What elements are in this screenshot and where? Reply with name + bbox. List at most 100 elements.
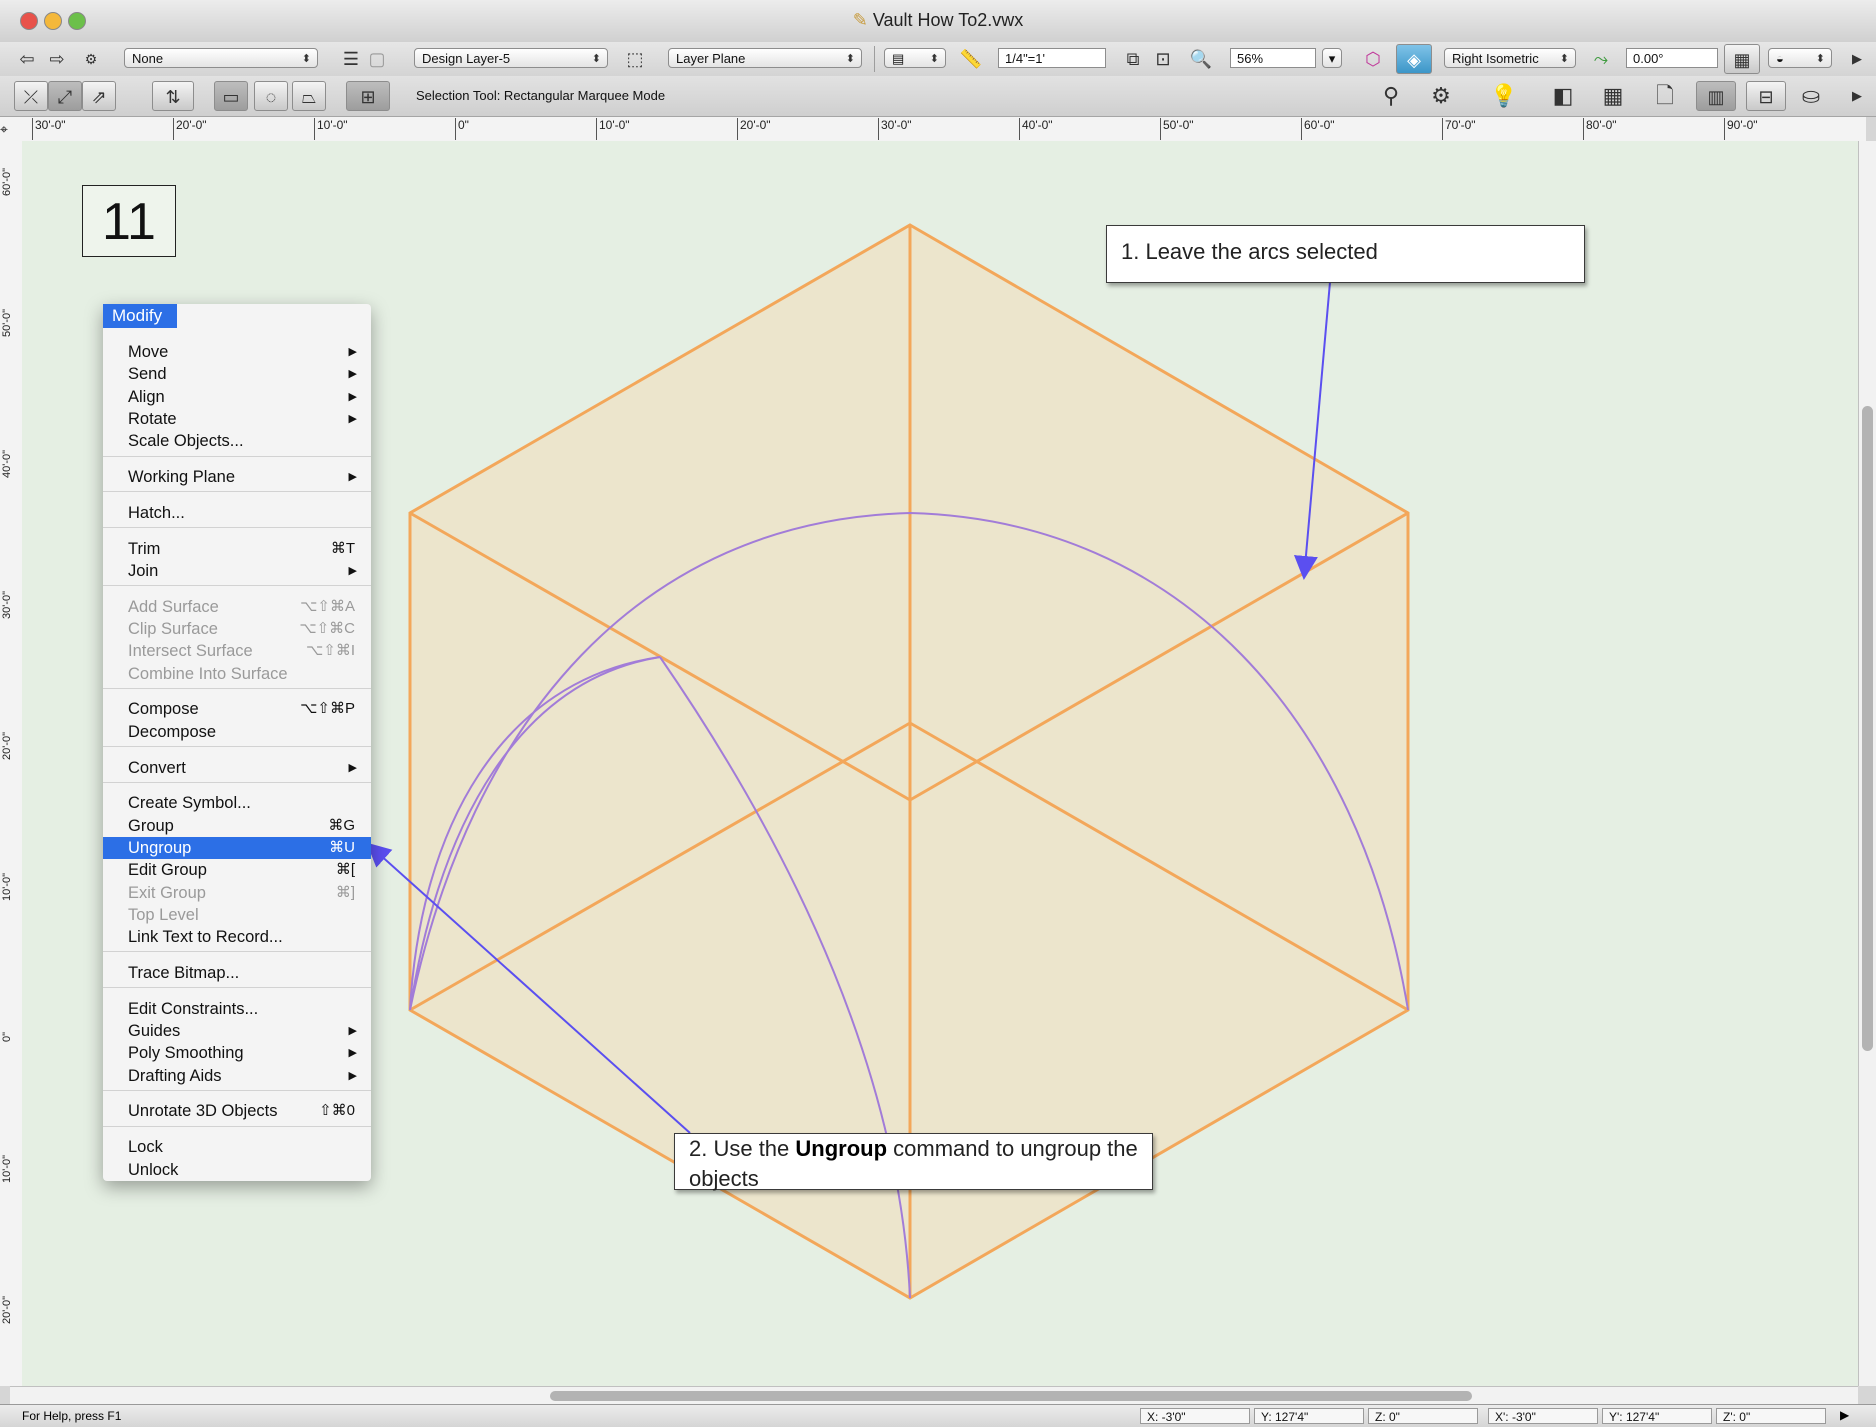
menu-item-label: Group (128, 816, 174, 835)
menu-item-link-text-to-record[interactable]: Link Text to Record... (103, 926, 371, 948)
rulers-icon[interactable]: ▥ (1696, 81, 1736, 111)
menu-item-edit-group[interactable]: Edit Group ⌘[ (103, 859, 371, 881)
alignment-icon[interactable]: ⇅ (152, 81, 194, 111)
tool-sets-icon[interactable]: ◧ (1550, 84, 1576, 108)
menu-item-label: Trace Bitmap... (128, 963, 240, 982)
sheet-popup[interactable]: ▤ ⬍ (884, 48, 946, 68)
zoom-selection-icon[interactable]: ⧉ (1120, 47, 1146, 71)
lasso-icon[interactable]: ◌ (254, 81, 288, 111)
menu-item-convert[interactable]: Convert ▶ (103, 757, 371, 779)
status-arrow-icon[interactable]: ▶ (1840, 1408, 1849, 1422)
menu-item-join[interactable]: Join ▶ (103, 560, 371, 582)
horizontal-scroll-thumb[interactable] (550, 1391, 1472, 1401)
resource-browser-icon[interactable]: ⛀ (1798, 84, 1824, 108)
polygon-marquee-icon[interactable]: ⏢ (292, 81, 326, 111)
menu-item-align[interactable]: Align ▶ (103, 386, 371, 408)
menu-separator (103, 987, 371, 989)
snap-icon[interactable]: ⚲ (1378, 84, 1404, 108)
layer-options-icon[interactable]: ▢ (364, 47, 390, 71)
vertical-scroll-thumb[interactable] (1862, 406, 1873, 1051)
title-bar: ✎ Vault How To2.vwx (0, 0, 1876, 43)
menu-item-drafting-aids[interactable]: Drafting Aids ▶ (103, 1065, 371, 1087)
preferences-gear-icon[interactable]: ⚙ (1428, 84, 1454, 108)
lightbulb-icon[interactable]: 💡 (1490, 84, 1517, 108)
menu-item-shortcut: ⌘] (335, 883, 355, 901)
horizontal-ruler: 30'-0" 20'-0" 10'-0" 0" 10'-0" 20'-0" 30'-0" 40… (10, 117, 1866, 142)
menu-item-lock[interactable]: Lock (103, 1136, 371, 1158)
menu-item-move[interactable]: Move ▶ (103, 341, 371, 363)
menu-item-label: Add Surface (128, 597, 219, 616)
single-object-scaling-icon[interactable]: ⤢ (48, 81, 82, 111)
menu-separator (103, 687, 371, 689)
submenu-arrow-icon: ▶ (348, 390, 357, 403)
flyover-icon[interactable]: ⬚ (622, 47, 648, 71)
callout-1: 1. Leave the arcs selected (1106, 225, 1585, 283)
disable-interactive-scaling-icon[interactable]: ⤫ (14, 81, 48, 111)
layer-popup[interactable]: Design Layer-5 ⬍ (414, 48, 608, 68)
menu-item-unlock[interactable]: Unlock (103, 1159, 371, 1181)
menu-item-group[interactable]: Group ⌘G (103, 815, 371, 837)
menu-item-hatch[interactable]: Hatch... (103, 502, 371, 524)
menu-item-edit-constraints[interactable]: Edit Constraints... (103, 998, 371, 1020)
transform-icon[interactable]: ⊞ (346, 81, 390, 111)
plane-popup[interactable]: Layer Plane ⬍ (668, 48, 862, 68)
window-title: ✎ Vault How To2.vwx (852, 10, 1024, 30)
ruler-label: 0" (455, 118, 469, 140)
back-arrow-icon[interactable]: ⇦ (14, 47, 40, 71)
zoom-field[interactable]: 56% (1230, 48, 1316, 68)
menu-item-working-plane[interactable]: Working Plane ▶ (103, 466, 371, 488)
mode-bar: ⤫ ⤢ ⇗ ⇅ ▭ ◌ ⏢ ⊞ Selection Tool: Rectangu… (0, 76, 1876, 117)
menu-item-trim[interactable]: Trim ⌘T (103, 538, 371, 560)
submenu-arrow-icon: ▶ (348, 1047, 357, 1060)
grid-icon[interactable]: ▦ (1600, 84, 1626, 108)
menu-item-label: Edit Group (128, 861, 207, 880)
x-prime-coordinate: X': -3'0" (1488, 1408, 1598, 1424)
angle-field[interactable]: 0.00° (1626, 48, 1718, 68)
ruler-label: 0" (1, 1031, 13, 1042)
render-mode-popup[interactable]: ◒ ⬍ (1768, 48, 1832, 68)
zoom-icon[interactable]: 🔍 (1188, 47, 1214, 71)
menu-item-poly-smoothing[interactable]: Poly Smoothing ▶ (103, 1042, 371, 1064)
forward-arrow-icon[interactable]: ⇨ (44, 47, 70, 71)
menu-item-create-symbol[interactable]: Create Symbol... (103, 792, 371, 814)
ruler-label: 60'-0" (1301, 118, 1335, 140)
layers-icon[interactable]: ☰ (338, 47, 364, 71)
menu-item-exit-group: Exit Group ⌘] (103, 882, 371, 904)
menu-item-guides[interactable]: Guides ▶ (103, 1020, 371, 1042)
view-popup[interactable]: Right Isometric ⬍ (1444, 48, 1576, 68)
class-popup[interactable]: None ⬍ (124, 48, 318, 68)
render-icon[interactable]: ⬡ (1360, 47, 1386, 71)
ruler-label: 80'-0" (1583, 118, 1617, 140)
menu-item-send[interactable]: Send ▶ (103, 363, 371, 385)
menu-item-decompose[interactable]: Decompose (103, 721, 371, 743)
ruler-label: 30'-0" (1, 590, 13, 619)
menu-item-unrotate-3d-objects[interactable]: Unrotate 3D Objects ⇧⌘0 (103, 1100, 371, 1122)
rectangular-marquee-icon[interactable]: ▭ (214, 81, 248, 111)
menu-item-ungroup[interactable]: Ungroup ⌘U (103, 836, 371, 859)
submenu-arrow-icon: ▶ (348, 1025, 357, 1037)
rotate-view-icon[interactable]: ⤳ (1588, 47, 1614, 71)
menu-item-scale-objects[interactable]: Scale Objects... (103, 430, 371, 452)
vertical-scrollbar[interactable] (1858, 141, 1876, 1386)
scale-field[interactable]: 1/4"=1' (998, 48, 1106, 68)
navigation-icon[interactable]: ⊟ (1746, 81, 1786, 111)
zoom-dropdown[interactable]: ▾ (1322, 48, 1342, 68)
fit-to-objects-icon[interactable]: ⊡ (1150, 47, 1176, 71)
working-plane-icon[interactable]: ◈ (1396, 44, 1432, 74)
menu-item-compose[interactable]: Compose ⌥⇧⌘P (103, 698, 371, 720)
projection-icon[interactable]: ▦ (1724, 44, 1760, 74)
page-icon[interactable]: 🗋 (1652, 84, 1678, 108)
ruler-label: 20'-0" (173, 118, 207, 140)
overflow-arrow-icon[interactable]: ▶ (1844, 84, 1870, 108)
horizontal-scrollbar[interactable] (10, 1386, 1858, 1405)
multiple-object-scaling-icon[interactable]: ⇗ (82, 81, 116, 111)
class-options-icon[interactable]: ⚙ (78, 47, 104, 71)
origin-crosshair-icon[interactable]: ⌖ (0, 117, 10, 141)
menu-item-label: Trim (128, 539, 161, 558)
menu-item-rotate[interactable]: Rotate ▶ (103, 408, 371, 430)
overflow-arrow-icon[interactable]: ▶ (1844, 47, 1870, 71)
modify-menu-title[interactable]: Modify (103, 304, 177, 328)
menu-item-trace-bitmap[interactable]: Trace Bitmap... (103, 962, 371, 984)
menu-item-shortcut: ⌥⇧⌘A (300, 597, 355, 615)
scale-icon[interactable]: 📏 (958, 47, 984, 71)
